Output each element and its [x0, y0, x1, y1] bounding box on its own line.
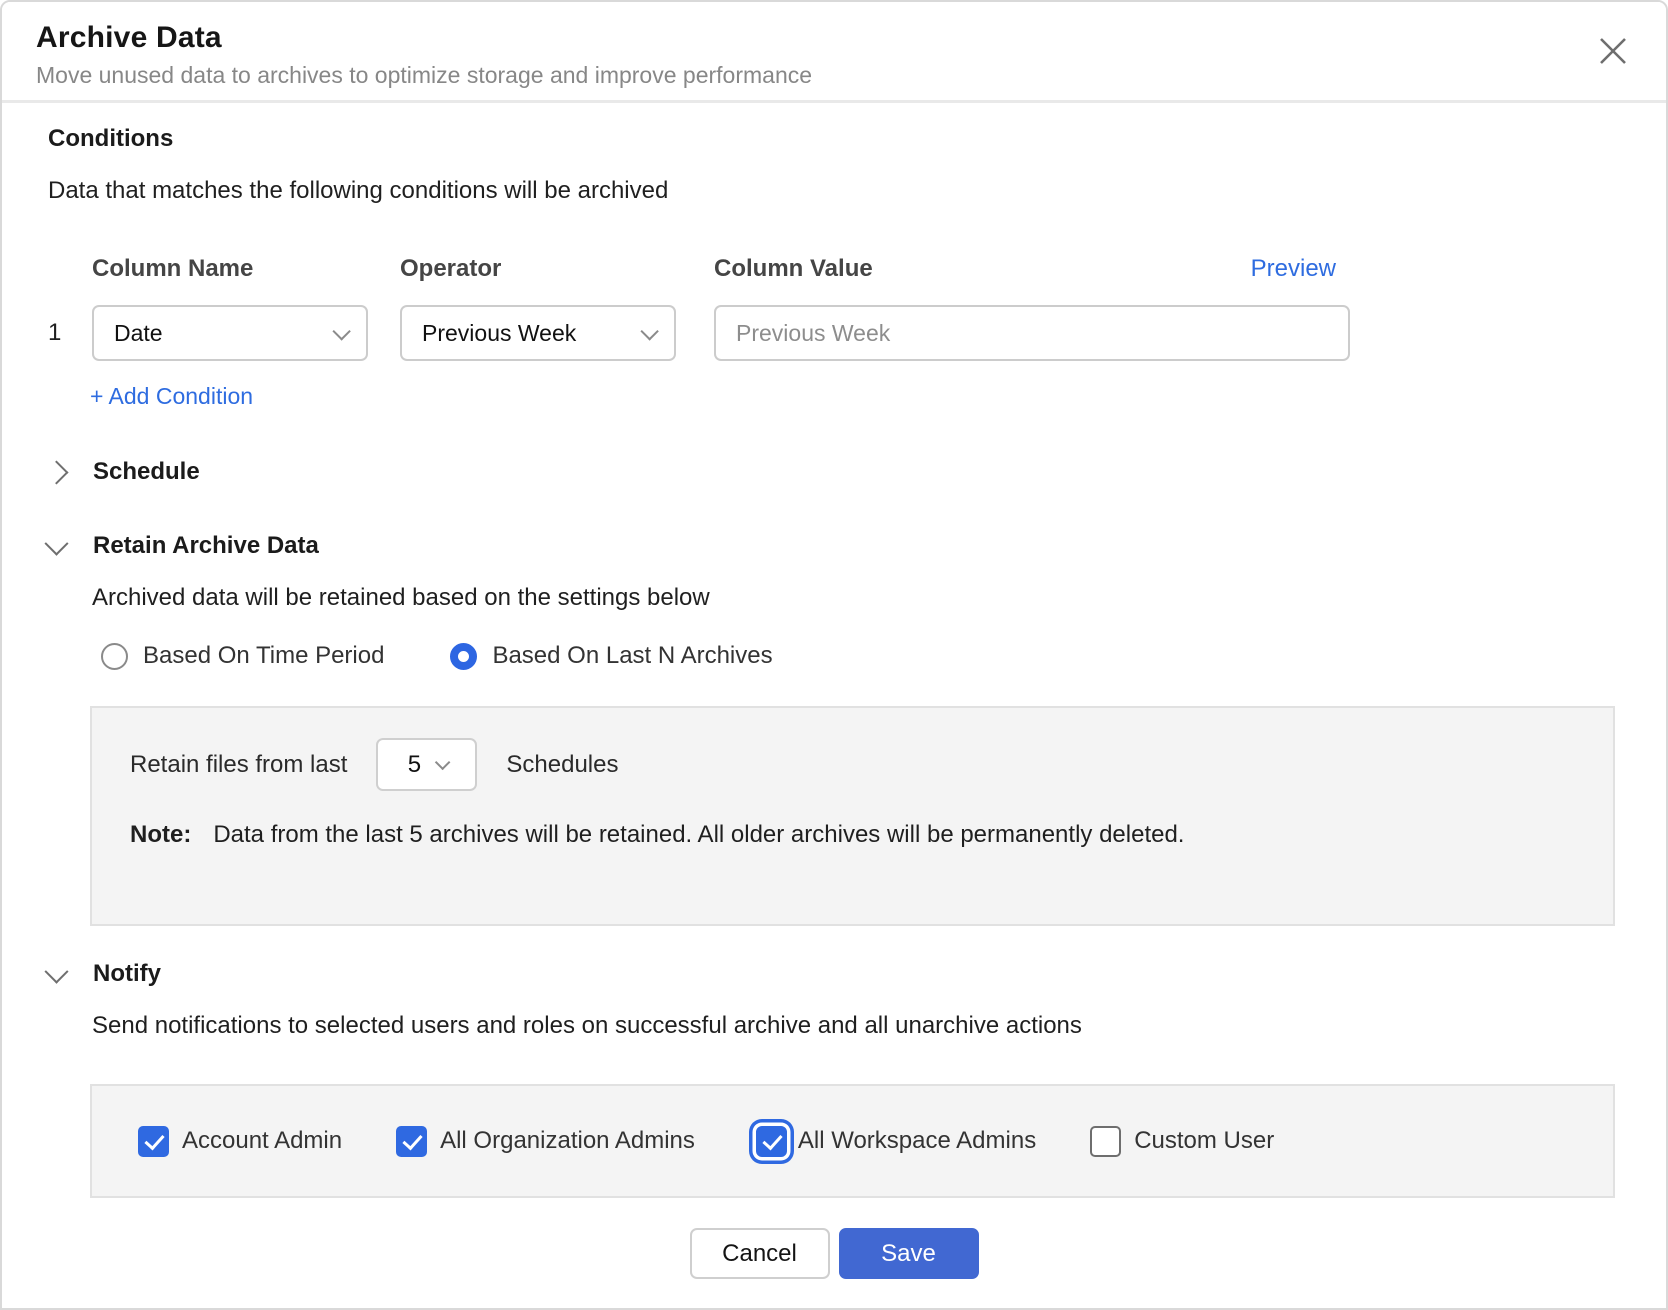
checkbox-label: Account Admin — [182, 1127, 342, 1155]
chevron-down-icon — [44, 531, 68, 555]
conditions-grid: Column Name Operator Column Value Previe… — [48, 255, 1620, 361]
modal-body: Conditions Data that matches the followi… — [2, 125, 1666, 1279]
retain-mode-radios: Based On Time Period Based On Last N Arc… — [101, 642, 1620, 670]
radio-based-on-last-n-archives[interactable]: Based On Last N Archives — [450, 642, 772, 670]
retain-count-select[interactable]: 5 — [376, 738, 477, 791]
conditions-description: Data that matches the following conditio… — [48, 177, 1620, 205]
notify-recipients-panel: Account Admin All Organization Admins Al… — [90, 1084, 1615, 1198]
retain-prefix-text: Retain files from last — [130, 751, 347, 779]
chevron-down-icon — [640, 322, 658, 340]
column-name-select[interactable]: Date — [92, 305, 368, 361]
radio-icon — [101, 643, 128, 670]
checkbox-icon — [756, 1126, 787, 1157]
schedule-section-toggle[interactable]: Schedule — [48, 458, 1620, 486]
retain-heading: Retain Archive Data — [93, 532, 319, 560]
note-label: Note: — [130, 821, 191, 848]
checkbox-icon — [1090, 1126, 1121, 1157]
close-icon — [1596, 34, 1630, 68]
checkbox-all-workspace-admins[interactable]: All Workspace Admins — [749, 1126, 1036, 1157]
chevron-down-icon — [332, 322, 350, 340]
note-text: Data from the last 5 archives will be re… — [213, 821, 1184, 848]
retain-section-toggle[interactable]: Retain Archive Data — [48, 532, 1620, 560]
retain-suffix-text: Schedules — [506, 751, 618, 779]
close-button[interactable] — [1594, 32, 1632, 70]
checkbox-label: All Organization Admins — [440, 1127, 695, 1155]
add-condition-link[interactable]: + Add Condition — [90, 383, 253, 410]
retain-settings-panel: Retain files from last 5 Schedules Note:… — [90, 706, 1615, 926]
modal-subtitle: Move unused data to archives to optimize… — [36, 62, 1632, 89]
column-name-value: Date — [114, 320, 163, 347]
archive-data-modal: Archive Data Move unused data to archive… — [0, 0, 1668, 1310]
column-value-input[interactable] — [714, 305, 1350, 361]
conditions-heading: Conditions — [48, 125, 1620, 153]
modal-header: Archive Data Move unused data to archive… — [2, 2, 1666, 103]
condition-row-index: 1 — [48, 319, 92, 347]
radio-based-on-time-period[interactable]: Based On Time Period — [101, 642, 384, 670]
checkbox-icon — [138, 1126, 169, 1157]
checkbox-label: Custom User — [1134, 1127, 1274, 1155]
column-name-header: Column Name — [92, 255, 368, 305]
chevron-down-icon — [44, 959, 68, 983]
chevron-right-icon — [44, 460, 68, 484]
schedule-heading: Schedule — [93, 458, 200, 486]
retain-count-value: 5 — [408, 751, 421, 779]
checkbox-icon — [396, 1126, 427, 1157]
column-value-header: Column Value — [714, 255, 873, 283]
checkbox-account-admin[interactable]: Account Admin — [138, 1126, 342, 1157]
operator-header: Operator — [400, 255, 676, 305]
notify-heading: Notify — [93, 960, 161, 988]
chevron-down-icon — [435, 755, 451, 771]
checkbox-label: All Workspace Admins — [798, 1127, 1036, 1155]
checkbox-custom-user[interactable]: Custom User — [1090, 1126, 1274, 1157]
radio-label: Based On Time Period — [143, 642, 384, 670]
retain-note: Note: Data from the last 5 archives will … — [130, 821, 1613, 849]
radio-label: Based On Last N Archives — [492, 642, 772, 670]
column-value-cell — [714, 305, 1350, 361]
operator-value: Previous Week — [422, 320, 576, 347]
modal-footer: Cancel Save — [48, 1228, 1620, 1279]
retain-description: Archived data will be retained based on … — [92, 584, 1620, 612]
notify-description: Send notifications to selected users and… — [92, 1012, 1620, 1040]
save-button[interactable]: Save — [839, 1228, 979, 1279]
cancel-button[interactable]: Cancel — [690, 1228, 830, 1279]
operator-select[interactable]: Previous Week — [400, 305, 676, 361]
modal-title: Archive Data — [36, 21, 1632, 55]
checkbox-all-organization-admins[interactable]: All Organization Admins — [396, 1126, 695, 1157]
preview-link[interactable]: Preview — [1251, 255, 1350, 283]
notify-section-toggle[interactable]: Notify — [48, 960, 1620, 988]
radio-icon — [450, 643, 477, 670]
